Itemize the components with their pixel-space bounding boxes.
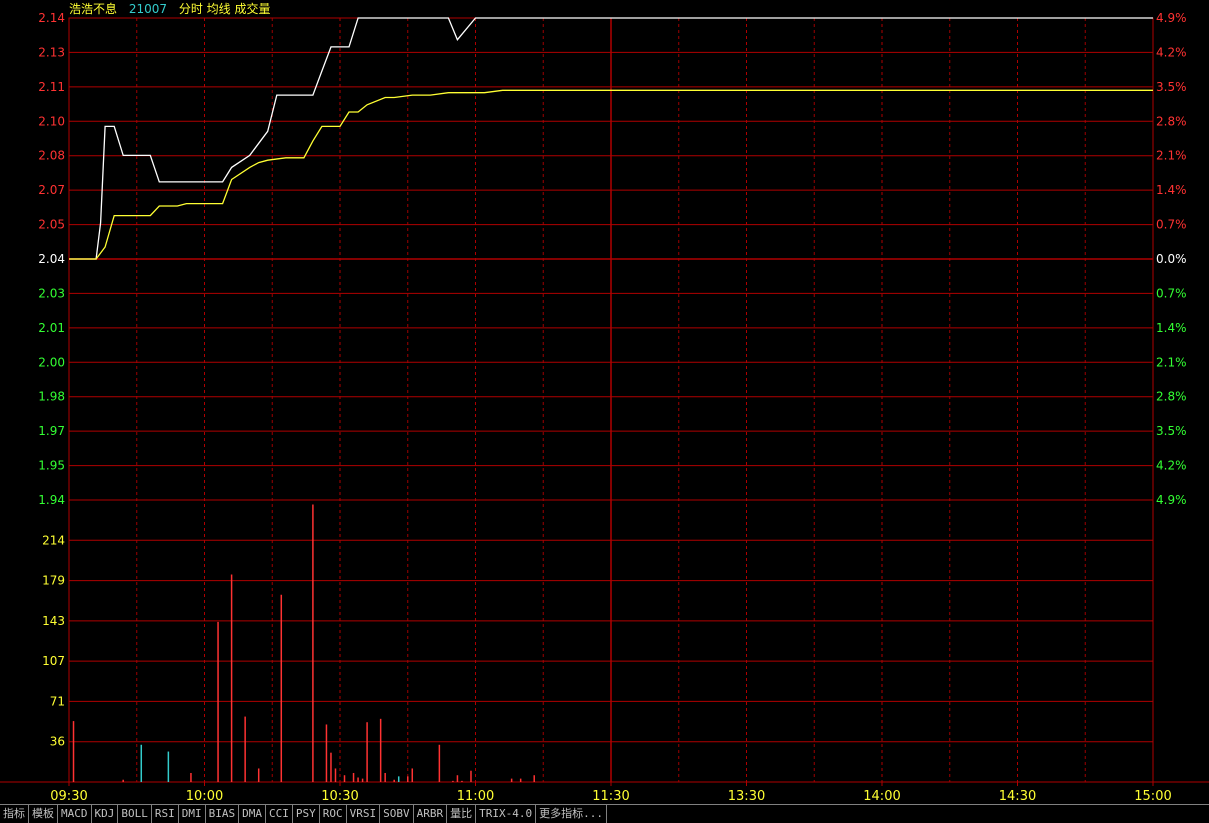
indicator-tab[interactable]: BIAS bbox=[206, 805, 240, 823]
x-tick-label: 14:30 bbox=[999, 789, 1036, 804]
x-tick-label: 15:00 bbox=[1134, 789, 1171, 804]
y-tick-label-left: 2.05 bbox=[38, 218, 65, 232]
intraday-chart: 2.14 4.9% 2.13 4.2% 2.11 3.5% 2.10 2.8% 2.08 2.1%… bbox=[0, 11, 1209, 804]
y-tick-label-right: 0.7% bbox=[1156, 218, 1187, 232]
indicator-tab[interactable]: DMI bbox=[179, 805, 206, 823]
indicator-tab[interactable]: 更多指标... bbox=[536, 805, 607, 823]
volume-tick-label: 36 bbox=[50, 735, 65, 749]
stock-name: 浩浩不息 bbox=[69, 2, 118, 16]
chart-header: 浩浩不息 21007 分时 均线 成交量 bbox=[69, 2, 279, 16]
x-axis-labels: 09:30 10:00 10:30 11:00 11:30 13:30 14:00 14:30… bbox=[50, 782, 1172, 804]
y-tick-label-left: 2.07 bbox=[38, 183, 65, 197]
y-tick-label-right: 4.9% bbox=[1156, 11, 1187, 25]
y-tick-label-left: 1.97 bbox=[38, 424, 65, 438]
y-tick-label-right: 0.7% bbox=[1156, 286, 1187, 300]
chart-legend: 分时 均线 成交量 bbox=[178, 2, 271, 16]
indicator-tab[interactable]: SOBV bbox=[380, 805, 414, 823]
volume-bars bbox=[72, 504, 535, 782]
y-tick-label-left: 1.98 bbox=[38, 390, 65, 404]
y-tick-label-left: 2.14 bbox=[38, 11, 65, 25]
x-tick-label: 11:00 bbox=[457, 789, 494, 804]
indicator-tab[interactable]: ROC bbox=[320, 805, 347, 823]
indicator-tab[interactable]: ARBR bbox=[414, 805, 448, 823]
x-tick-label: 09:30 bbox=[50, 789, 87, 804]
stock-code: 21007 bbox=[128, 2, 168, 16]
indicator-tab[interactable]: CCI bbox=[266, 805, 293, 823]
y-tick-label-left: 2.13 bbox=[38, 45, 65, 59]
volume-tick-label: 107 bbox=[42, 654, 65, 668]
y-tick-label-left: 2.00 bbox=[38, 355, 65, 369]
y-tick-label-right: 0.0% bbox=[1156, 252, 1187, 266]
y-tick-label-left: 2.03 bbox=[38, 286, 65, 300]
y-tick-label-left: 2.04 bbox=[38, 252, 65, 266]
x-tick-label: 10:00 bbox=[186, 789, 223, 804]
y-tick-label-right: 4.2% bbox=[1156, 45, 1187, 59]
x-tick-label: 13:30 bbox=[728, 789, 765, 804]
y-tick-label-left: 2.11 bbox=[38, 80, 65, 94]
indicator-tab-bar: 指标 模板 MACD KDJ BOLL RSI DMI BIAS DMA CCI PSY ROC VRS… bbox=[0, 804, 1209, 823]
y-tick-label-right: 1.4% bbox=[1156, 321, 1187, 335]
indicator-tab[interactable]: DMA bbox=[239, 805, 266, 823]
indicator-tab[interactable]: MACD bbox=[58, 805, 92, 823]
y-tick-label-right: 4.9% bbox=[1156, 493, 1187, 507]
y-tick-label-left: 1.94 bbox=[38, 493, 65, 507]
y-tick-label-left: 1.95 bbox=[38, 459, 65, 473]
volume-tick-label: 179 bbox=[42, 574, 65, 588]
x-tick-label: 10:30 bbox=[321, 789, 358, 804]
indicator-tab[interactable]: RSI bbox=[152, 805, 179, 823]
indicator-tab[interactable]: 指标 bbox=[0, 805, 29, 823]
y-tick-label-right: 2.8% bbox=[1156, 114, 1187, 128]
y-tick-label-right: 1.4% bbox=[1156, 183, 1187, 197]
y-tick-label-right: 2.8% bbox=[1156, 390, 1187, 404]
indicator-tab[interactable]: 量比 bbox=[447, 805, 477, 823]
volume-tick-label: 214 bbox=[42, 533, 65, 547]
volume-tick-label: 71 bbox=[50, 694, 65, 708]
y-tick-label-left: 2.08 bbox=[38, 149, 65, 163]
y-tick-label-left: 2.01 bbox=[38, 321, 65, 335]
y-tick-label-left: 2.10 bbox=[38, 114, 65, 128]
y-tick-label-right: 3.5% bbox=[1156, 80, 1187, 94]
indicator-tab[interactable]: VRSI bbox=[347, 805, 381, 823]
indicator-tab[interactable]: TRIX-4.0 bbox=[476, 805, 537, 823]
y-tick-label-right: 2.1% bbox=[1156, 355, 1187, 369]
indicator-tab[interactable]: BOLL bbox=[118, 805, 152, 823]
x-tick-label: 14:00 bbox=[863, 789, 900, 804]
y-tick-label-right: 3.5% bbox=[1156, 424, 1187, 438]
indicator-tab[interactable]: PSY bbox=[293, 805, 320, 823]
indicator-tab[interactable]: 模板 bbox=[29, 805, 58, 823]
indicator-tab[interactable]: KDJ bbox=[92, 805, 119, 823]
chart-grid bbox=[0, 17, 1209, 783]
x-tick-label: 11:30 bbox=[592, 789, 629, 804]
volume-tick-label: 143 bbox=[42, 614, 65, 628]
y-tick-label-right: 2.1% bbox=[1156, 149, 1187, 163]
y-tick-label-right: 4.2% bbox=[1156, 459, 1187, 473]
